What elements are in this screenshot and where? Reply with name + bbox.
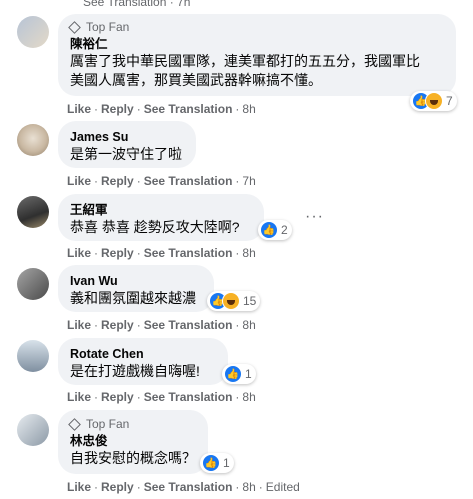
- comment-author[interactable]: Rotate Chen: [70, 346, 216, 362]
- comment-actions-previous: See Translation · 7h: [83, 0, 191, 9]
- diamond-icon: [68, 417, 81, 431]
- avatar[interactable]: [17, 268, 49, 300]
- like-button[interactable]: Like: [67, 390, 91, 404]
- comment-bubble: Rotate Chen 是在打遊戲機自嗨喔!: [58, 338, 228, 385]
- haha-emoji-icon: [425, 92, 443, 110]
- like-button[interactable]: Like: [67, 246, 91, 260]
- reaction-summary[interactable]: 👍 1: [222, 364, 256, 384]
- reply-button[interactable]: Reply: [101, 102, 134, 116]
- comment-bubble: Top Fan 林忠俊 自我安慰的概念嗎？: [58, 410, 208, 474]
- comment-actions: Like · Reply · See Translation · 8h: [67, 390, 256, 404]
- see-translation-button[interactable]: See Translation: [144, 318, 233, 332]
- comment-author[interactable]: 王紹軍: [70, 202, 252, 218]
- timestamp[interactable]: 8h: [242, 102, 255, 116]
- reaction-count: 1: [245, 367, 252, 381]
- timestamp[interactable]: 8h: [242, 390, 255, 404]
- comment-text: 是在打遊戲機自嗨喔!: [70, 363, 200, 379]
- see-translation-button[interactable]: See Translation: [144, 390, 233, 404]
- reaction-summary[interactable]: 👍 1: [200, 453, 234, 473]
- reply-button[interactable]: Reply: [101, 246, 134, 260]
- badge-label: Top Fan: [86, 417, 130, 431]
- see-translation-button[interactable]: See Translation: [144, 480, 233, 494]
- see-translation-button[interactable]: See Translation: [144, 102, 233, 116]
- thumbs-up-icon: 👍: [224, 365, 242, 383]
- timestamp[interactable]: 8h: [242, 246, 255, 260]
- timestamp[interactable]: 8h: [242, 318, 255, 332]
- comment-author[interactable]: 林忠俊: [70, 433, 196, 449]
- comment-actions: Like · Reply · See Translation · 8h · Edited: [67, 480, 300, 494]
- edited-label[interactable]: Edited: [266, 480, 300, 494]
- reply-button[interactable]: Reply: [101, 480, 134, 494]
- reaction-count: 15: [243, 294, 257, 308]
- thumbs-up-icon: 👍: [260, 221, 278, 239]
- haha-emoji-icon: [222, 292, 240, 310]
- comment-text: 厲害了我中華民國軍隊，連美軍都打的五五分，我國軍比 美國人厲害，那買美國武器幹嘛…: [70, 53, 420, 88]
- like-button[interactable]: Like: [67, 102, 91, 116]
- reaction-summary[interactable]: 👍 2: [258, 220, 292, 240]
- reaction-summary[interactable]: 👍 7: [410, 91, 457, 111]
- timestamp[interactable]: 8h: [242, 480, 255, 494]
- comment-text: 自我安慰的概念嗎？: [70, 450, 196, 466]
- comment-author[interactable]: James Su: [70, 129, 184, 145]
- like-button[interactable]: Like: [67, 480, 91, 494]
- comment-bubble: James Su 是第一波守住了啦: [58, 121, 196, 168]
- avatar[interactable]: [17, 414, 49, 446]
- thumbs-up-icon: 👍: [202, 454, 220, 472]
- reaction-count: 7: [446, 94, 453, 108]
- avatar[interactable]: [17, 124, 49, 156]
- comment-author[interactable]: 陳裕仁: [70, 36, 444, 52]
- reaction-summary[interactable]: 👍 15: [207, 291, 261, 311]
- reply-button[interactable]: Reply: [101, 318, 134, 332]
- reaction-count: 1: [223, 456, 230, 470]
- comment-actions: Like · Reply · See Translation · 8h: [67, 318, 256, 332]
- see-translation-button[interactable]: See Translation: [144, 246, 233, 260]
- top-fan-badge: Top Fan: [68, 416, 196, 432]
- avatar[interactable]: [17, 16, 49, 48]
- top-fan-badge: Top Fan: [68, 19, 444, 35]
- comment-text: 義和團氛圍越來越濃: [70, 290, 196, 306]
- badge-label: Top Fan: [86, 20, 130, 34]
- comment-actions: Like · Reply · See Translation · 8h: [67, 246, 256, 260]
- like-button[interactable]: Like: [67, 318, 91, 332]
- comment-text: 恭喜 恭喜 趁勢反攻大陸啊?: [70, 219, 240, 235]
- avatar[interactable]: [17, 340, 49, 372]
- comment-text: 是第一波守住了啦: [70, 146, 182, 162]
- more-options-icon[interactable]: ···: [305, 209, 324, 225]
- comment-thread: See Translation · 7h Top Fan 陳裕仁 厲害了我中華民…: [0, 0, 473, 499]
- diamond-icon: [68, 20, 81, 34]
- timestamp[interactable]: 7h: [242, 174, 255, 188]
- comment-bubble: 王紹軍 恭喜 恭喜 趁勢反攻大陸啊?: [58, 194, 264, 241]
- like-button[interactable]: Like: [67, 174, 91, 188]
- reply-button[interactable]: Reply: [101, 174, 134, 188]
- comment-actions: Like · Reply · See Translation · 7h: [67, 174, 256, 188]
- reply-button[interactable]: Reply: [101, 390, 134, 404]
- comment-actions: Like · Reply · See Translation · 8h: [67, 102, 256, 116]
- comment-bubble: Top Fan 陳裕仁 厲害了我中華民國軍隊，連美軍都打的五五分，我國軍比 美國…: [58, 14, 456, 96]
- comment-author[interactable]: Ivan Wu: [70, 273, 202, 289]
- comment-bubble: Ivan Wu 義和團氛圍越來越濃: [58, 265, 214, 312]
- see-translation-button[interactable]: See Translation: [144, 174, 233, 188]
- reaction-count: 2: [281, 223, 288, 237]
- avatar[interactable]: [17, 196, 49, 228]
